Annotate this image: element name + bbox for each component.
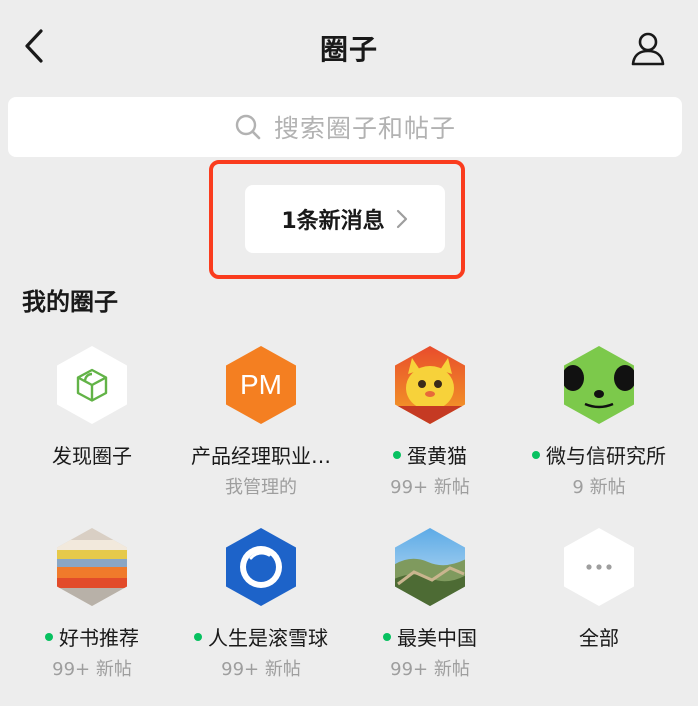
circle-name: 蛋黄猫 xyxy=(345,440,515,469)
unread-dot xyxy=(194,632,202,641)
snowball-ring-avatar xyxy=(223,526,299,608)
cat-avatar xyxy=(392,344,468,426)
panda-avatar xyxy=(561,344,637,426)
pm-logo: PM xyxy=(223,344,299,426)
great-wall-avatar xyxy=(392,526,468,608)
search-placeholder: 搜索圈子和帖子 xyxy=(273,114,456,143)
user-icon xyxy=(631,32,665,66)
profile-button[interactable] xyxy=(626,26,670,70)
new-message-button[interactable]: 1条新消息 xyxy=(245,185,445,253)
circle-name: 微与信研究所 xyxy=(514,440,684,469)
search-icon xyxy=(235,114,261,140)
circle-name: 好书推荐 xyxy=(7,622,177,651)
circle-name: 发现圈子 xyxy=(52,444,132,468)
circle-name: 产品经理职业… xyxy=(191,444,331,468)
pm-logo-text: PM xyxy=(240,369,282,400)
unread-dot xyxy=(532,450,540,459)
circle-name: 最美中国 xyxy=(345,622,515,651)
section-title: 我的圈子 xyxy=(22,288,118,316)
circle-sub: 99+ 新帖 xyxy=(52,659,132,680)
cube-icon xyxy=(54,344,130,426)
nav-bar: 圈子 xyxy=(0,0,698,92)
circle-name: 人生是滚雪球 xyxy=(176,622,346,651)
page-title: 圈子 xyxy=(319,33,378,66)
chevron-right-icon xyxy=(396,209,407,229)
circle-sub: 我管理的 xyxy=(225,477,297,498)
unread-dot xyxy=(45,632,53,641)
unread-dot xyxy=(393,450,401,459)
circle-sub: 99+ 新帖 xyxy=(390,477,470,498)
circle-name: 全部 xyxy=(579,626,619,650)
books-avatar xyxy=(54,526,130,608)
circles-page: 圈子 搜索圈子和帖子 1条新消息 我的圈子 发现圈子 PM 产品经理职业… 我管… xyxy=(0,0,698,706)
new-message-label: 1条新消息 xyxy=(281,209,385,234)
circle-sub: 99+ 新帖 xyxy=(390,659,470,680)
search-input[interactable]: 搜索圈子和帖子 xyxy=(8,97,682,157)
circle-sub: 99+ 新帖 xyxy=(221,659,301,680)
more-dots-icon xyxy=(561,526,637,608)
circle-sub: 9 新帖 xyxy=(572,477,626,498)
unread-dot xyxy=(383,632,391,641)
